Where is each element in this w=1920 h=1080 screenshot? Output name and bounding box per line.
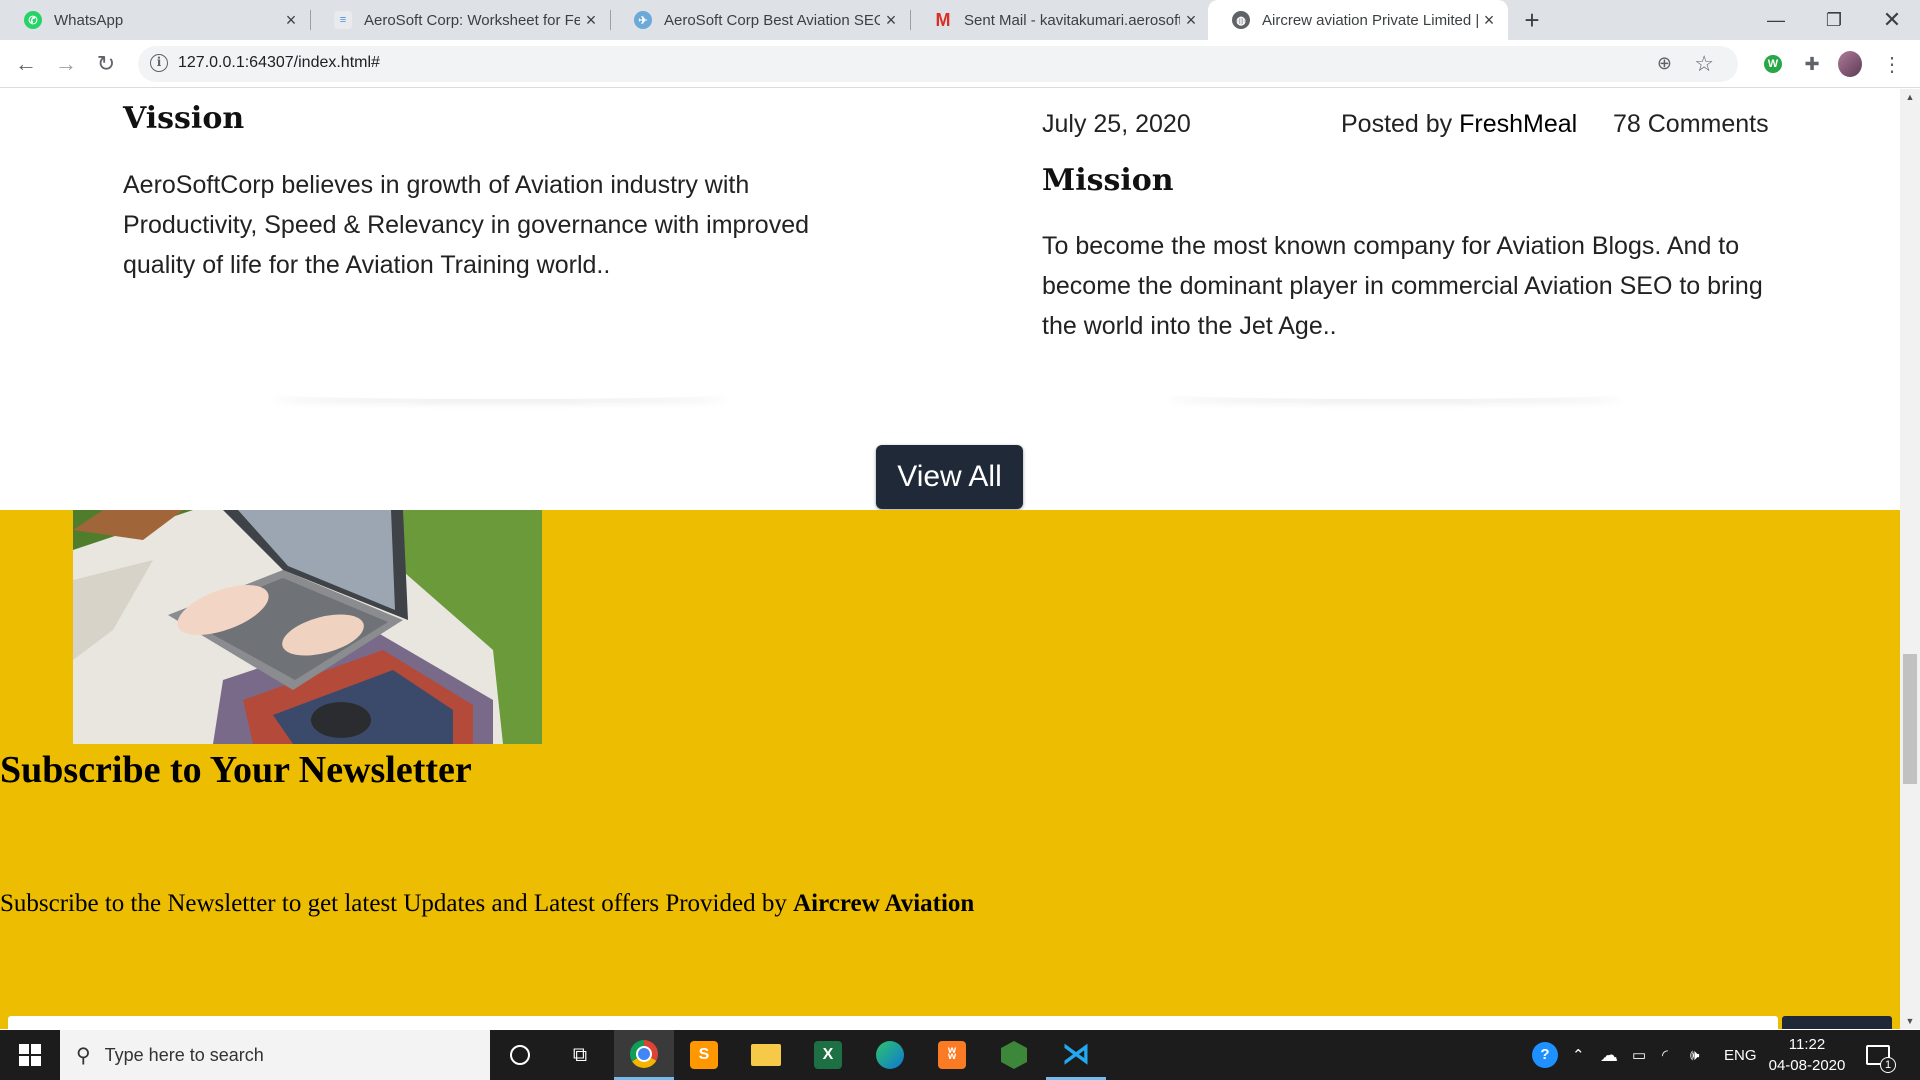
scrollbar-thumb[interactable] xyxy=(1903,654,1917,784)
posted-by-label: Posted by xyxy=(1341,110,1453,138)
zoom-icon[interactable]: ⊕ xyxy=(1657,53,1672,74)
show-hidden-icons-chevron[interactable]: ⌃ xyxy=(1572,1030,1585,1080)
chrome-icon[interactable] xyxy=(614,1030,674,1080)
task-view-icon[interactable]: ⧉ xyxy=(550,1030,610,1080)
file-explorer-icon[interactable] xyxy=(736,1030,796,1080)
card-shadow-divider xyxy=(270,389,730,399)
clock-date: 04-08-2020 xyxy=(1768,1057,1846,1074)
laptop-photo-drawing xyxy=(73,510,542,744)
volume-icon[interactable]: 🕪 xyxy=(1690,1030,1699,1080)
post-author[interactable]: FreshMeal xyxy=(1459,110,1577,138)
card-shadow-divider xyxy=(1165,389,1625,399)
vision-body: AeroSoftCorp believes in growth of Aviat… xyxy=(123,171,809,279)
xampp-icon[interactable]: ʬ xyxy=(922,1030,982,1080)
bookmark-star-icon[interactable]: ☆ xyxy=(1694,51,1714,77)
back-button[interactable]: ← xyxy=(12,50,40,78)
newsletter-description: Subscribe to the Newsletter to get lates… xyxy=(0,890,787,917)
browser-toolbar: ← → ↻ i 127.0.0.1:64307/index.html# ⊕ ☆ … xyxy=(0,40,1920,88)
taskbar-search-box[interactable]: ⚲ Type here to search xyxy=(60,1030,490,1080)
plane-icon: ✈ xyxy=(634,11,652,29)
newsletter-email-input[interactable] xyxy=(8,1016,1778,1029)
notification-count: 1 xyxy=(1880,1057,1896,1073)
reload-button[interactable]: ↻ xyxy=(92,50,120,78)
site-info-icon[interactable]: i xyxy=(150,54,168,72)
help-icon[interactable]: ? xyxy=(1532,1030,1558,1080)
scroll-up-arrow[interactable]: ▲ xyxy=(1900,89,1920,105)
close-tab-icon[interactable]: × xyxy=(582,11,600,29)
tab-aircrew-aviation[interactable]: ◍ Aircrew aviation Private Limited | × xyxy=(1208,0,1508,40)
close-window-button[interactable]: ✕ xyxy=(1862,0,1920,40)
newsletter-title: Subscribe to Your Newsletter xyxy=(0,749,472,791)
tab-gmail[interactable]: M Sent Mail - kavitakumari.aerosoft × xyxy=(910,0,1210,40)
clock-time: 11:22 xyxy=(1788,1036,1826,1053)
newsletter-text: Subscribe to the Newsletter to get lates… xyxy=(0,890,974,918)
windows-taskbar: ⚲ Type here to search ⧉ S X ʬ ⋊ ? ⌃ ☁ ▭ … xyxy=(0,1030,1920,1080)
view-all-button[interactable]: View All xyxy=(876,445,1023,509)
onedrive-cloud-icon[interactable]: ☁ xyxy=(1600,1030,1618,1080)
doc-icon: ≡ xyxy=(334,11,352,29)
close-tab-icon[interactable]: × xyxy=(282,11,300,29)
tab-whatsapp[interactable]: ✆ WhatsApp × xyxy=(0,0,310,40)
globe-icon: ◍ xyxy=(1232,11,1250,29)
sublime-icon[interactable]: S xyxy=(674,1030,734,1080)
cortana-icon[interactable] xyxy=(490,1030,550,1080)
close-tab-icon[interactable]: × xyxy=(1182,11,1200,29)
post-author-line: Posted by FreshMeal xyxy=(1341,110,1577,139)
address-bar[interactable]: i 127.0.0.1:64307/index.html# ⊕ ☆ xyxy=(138,46,1738,82)
taskbar-search-placeholder: Type here to search xyxy=(104,1044,264,1065)
windows-start-button[interactable] xyxy=(0,1030,60,1080)
nodejs-icon[interactable] xyxy=(984,1030,1044,1080)
vscode-icon[interactable]: ⋊ xyxy=(1046,1030,1106,1080)
windows-logo-icon xyxy=(19,1044,41,1066)
action-center-icon[interactable]: 1 xyxy=(1866,1030,1896,1080)
newsletter-brand: Aircrew Aviation xyxy=(793,890,975,917)
battery-icon[interactable]: ▭ xyxy=(1632,1030,1646,1080)
extension-green-icon[interactable]: W xyxy=(1761,52,1785,76)
new-tab-button[interactable]: + xyxy=(1518,6,1546,34)
system-clock[interactable]: 11:22 04-08-2020 xyxy=(1762,1034,1852,1076)
post-date: July 25, 2020 xyxy=(1042,110,1191,138)
newsletter-subscribe-button[interactable] xyxy=(1782,1016,1892,1029)
gmail-icon: M xyxy=(935,9,951,30)
tab-title: Sent Mail - kavitakumari.aerosoft xyxy=(964,11,1180,29)
laptop-photo xyxy=(73,510,542,744)
post-comments[interactable]: 78 Comments xyxy=(1613,110,1769,139)
vision-title: Vission xyxy=(123,101,245,136)
forward-button[interactable]: → xyxy=(52,50,80,78)
url-text[interactable]: 127.0.0.1:64307/index.html# xyxy=(178,54,380,72)
profile-avatar[interactable] xyxy=(1838,51,1862,77)
newsletter-section: Subscribe to Your Newsletter Subscribe t… xyxy=(0,510,1900,1029)
wifi-icon[interactable]: ◜ xyxy=(1662,1030,1668,1080)
tab-title: AeroSoft Corp Best Aviation SEO xyxy=(664,11,880,29)
extensions-puzzle-icon[interactable]: ✚ xyxy=(1800,52,1824,76)
mission-body: To become the most known company for Avi… xyxy=(1042,232,1763,340)
tab-worksheet[interactable]: ≡ AeroSoft Corp: Worksheet for Fe × xyxy=(310,0,610,40)
scroll-down-arrow[interactable]: ▼ xyxy=(1900,1013,1920,1029)
browser-tab-strip: ✆ WhatsApp × ≡ AeroSoft Corp: Worksheet … xyxy=(0,0,1920,40)
page-viewport: Vission AeroSoftCorp believes in growth … xyxy=(0,89,1900,1029)
menu-kebab-icon[interactable]: ⋮ xyxy=(1880,52,1904,76)
page-scrollbar[interactable]: ▲ ▼ xyxy=(1900,89,1920,1029)
close-tab-icon[interactable]: × xyxy=(1480,11,1498,29)
tab-title: Aircrew aviation Private Limited | xyxy=(1262,11,1478,29)
search-icon: ⚲ xyxy=(76,1044,91,1067)
edge-icon[interactable] xyxy=(860,1030,920,1080)
restore-button[interactable]: ❐ xyxy=(1804,0,1864,40)
language-indicator[interactable]: ENG xyxy=(1724,1030,1757,1080)
mission-title: Mission xyxy=(1042,163,1174,198)
tab-title: AeroSoft Corp: Worksheet for Fe xyxy=(364,11,580,29)
minimize-button[interactable]: — xyxy=(1746,0,1806,40)
whatsapp-icon: ✆ xyxy=(24,11,42,29)
tab-title: WhatsApp xyxy=(54,11,124,29)
tab-aviation-seo[interactable]: ✈ AeroSoft Corp Best Aviation SEO × xyxy=(610,0,910,40)
close-tab-icon[interactable]: × xyxy=(882,11,900,29)
excel-icon[interactable]: X xyxy=(798,1030,858,1080)
